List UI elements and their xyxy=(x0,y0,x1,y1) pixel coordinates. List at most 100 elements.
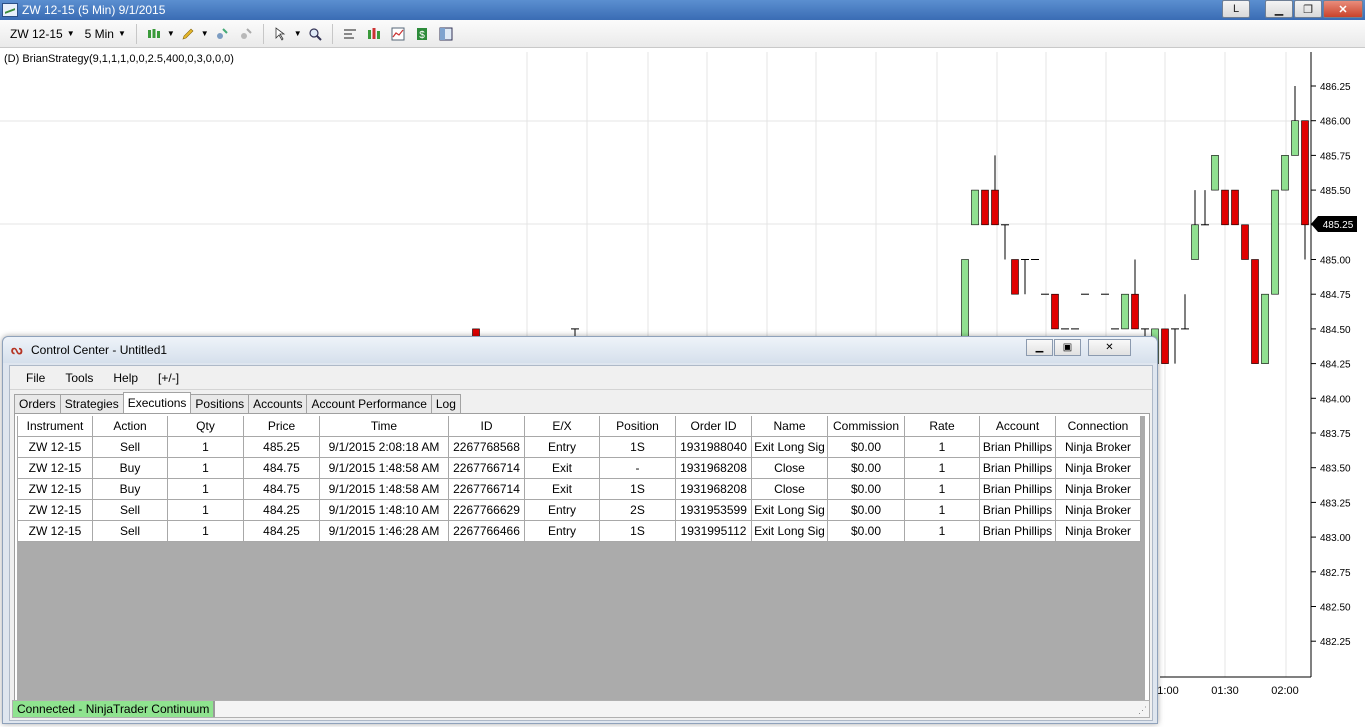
price-tick-label: 485.00 xyxy=(1320,256,1351,267)
table-cell: - xyxy=(599,456,676,479)
column-header[interactable]: Qty xyxy=(167,416,244,437)
table-row[interactable]: ZW 12-15 Buy 1 484.75 9/1/2015 1:48:58 AM 226… xyxy=(17,456,1141,479)
column-header[interactable]: Price xyxy=(243,416,320,437)
table-cell: Close xyxy=(751,456,828,479)
menu-expand[interactable]: [+/-] xyxy=(150,369,187,387)
window-titlebar: ZW 12-15 (5 Min) 9/1/2015 L ▁ ❐ ✕ xyxy=(0,0,1365,20)
column-header[interactable]: Name xyxy=(751,416,828,437)
time-axis: 1:00 01:30 02:00 xyxy=(1157,685,1298,697)
close-button[interactable]: ✕ xyxy=(1088,339,1131,356)
table-cell: 9/1/2015 1:48:58 AM xyxy=(319,456,449,479)
minimize-button[interactable]: ▁ xyxy=(1026,339,1053,356)
table-row[interactable]: ZW 12-15 Sell 1 485.25 9/1/2015 2:08:18 AM 22… xyxy=(17,435,1141,458)
column-header[interactable]: Instrument xyxy=(17,416,93,437)
chevron-down-icon[interactable]: ▼ xyxy=(294,29,302,38)
table-header-row: Instrument Action Qty Price Time ID E/X Positio… xyxy=(17,416,1141,437)
price-tick-label: 482.25 xyxy=(1320,637,1351,648)
candle xyxy=(1301,120,1309,260)
table-cell: Sell xyxy=(92,435,168,458)
table-cell: Exit Long Sig xyxy=(751,519,828,542)
price-tick-label: 486.25 xyxy=(1320,82,1351,93)
table-cell: 1 xyxy=(167,498,244,521)
table-cell: Exit Long Sig xyxy=(751,498,828,521)
table-cell: Exit Long Sig xyxy=(751,435,828,458)
column-header[interactable]: Rate xyxy=(904,416,980,437)
toolbar-divider xyxy=(331,23,333,44)
candle xyxy=(1251,259,1259,364)
bar-type-icon[interactable] xyxy=(143,24,165,44)
interval-selector[interactable]: 5 Min ▼ xyxy=(81,25,130,43)
tab-accounts[interactable]: Accounts xyxy=(248,394,308,413)
resize-grip-icon[interactable]: ⋰ xyxy=(1138,705,1147,716)
properties-icon[interactable] xyxy=(339,24,361,44)
column-header[interactable]: Position xyxy=(599,416,676,437)
table-cell: 1 xyxy=(904,477,980,500)
price-tick-label: 483.00 xyxy=(1320,533,1351,544)
candle-body xyxy=(1271,189,1279,295)
table-cell: 484.75 xyxy=(243,477,320,500)
close-button[interactable]: ✕ xyxy=(1323,0,1363,18)
table-cell: 1 xyxy=(167,519,244,542)
price-tick-label: 484.00 xyxy=(1320,394,1351,405)
column-header[interactable]: Order ID xyxy=(675,416,752,437)
strategy-icon[interactable] xyxy=(235,24,257,44)
column-header[interactable]: Connection xyxy=(1055,416,1141,437)
chart-app-icon xyxy=(2,3,18,17)
minimize-button[interactable]: ▁ xyxy=(1265,0,1293,18)
control-center-titlebar[interactable]: ᔓ Control Center - Untitled1 xyxy=(3,337,1157,363)
table-cell: 2267766629 xyxy=(448,498,525,521)
column-header[interactable]: Account xyxy=(979,416,1056,437)
column-header[interactable]: ID xyxy=(448,416,525,437)
menu-tools[interactable]: Tools xyxy=(57,369,101,387)
table-cell: 9/1/2015 1:46:28 AM xyxy=(319,519,449,542)
ninjatrader-logo-icon: ᔓ xyxy=(11,342,23,357)
menu-help[interactable]: Help xyxy=(105,369,146,387)
tab-executions[interactable]: Executions xyxy=(122,392,192,413)
tab-strategies[interactable]: Strategies xyxy=(59,394,124,413)
instrument-selector[interactable]: ZW 12-15 ▼ xyxy=(6,25,79,43)
tab-account-performance[interactable]: Account Performance xyxy=(306,394,432,413)
table-row[interactable]: ZW 12-15 Sell 1 484.25 9/1/2015 1:46:28 AM 22… xyxy=(17,519,1141,542)
link-button[interactable]: L xyxy=(1222,0,1250,18)
chevron-down-icon[interactable]: ▼ xyxy=(167,29,175,38)
maximize-button[interactable]: ❐ xyxy=(1294,0,1322,18)
zoom-icon[interactable] xyxy=(304,24,326,44)
table-row[interactable]: ZW 12-15 Buy 1 484.75 9/1/2015 1:48:58 AM 226… xyxy=(17,477,1141,500)
order-icon[interactable]: $ xyxy=(411,24,433,44)
menu-file[interactable]: File xyxy=(18,369,53,387)
tab-log[interactable]: Log xyxy=(430,394,461,413)
column-header[interactable]: Commission xyxy=(827,416,905,437)
table-cell: 1 xyxy=(167,435,244,458)
split-window-icon[interactable] xyxy=(435,24,457,44)
table-cell: 484.25 xyxy=(243,498,320,521)
drawing-pencil-icon[interactable] xyxy=(177,24,199,44)
strategy-label: (D) BrianStrategy(9,1,1,1,0,0,2.5,400,0,… xyxy=(4,53,234,65)
candle-body xyxy=(991,189,999,226)
column-header[interactable]: E/X xyxy=(524,416,600,437)
table-row[interactable]: ZW 12-15 Sell 1 484.25 9/1/2015 1:48:10 AM 22… xyxy=(17,498,1141,521)
table-cell: Close xyxy=(751,477,828,500)
time-tick-label: 01:30 xyxy=(1211,685,1239,697)
executions-grid[interactable]: Instrument Action Qty Price Time ID E/X Positio… xyxy=(17,416,1145,710)
tab-strip: Orders Strategies Executions Positions A… xyxy=(14,392,461,414)
column-header[interactable]: Action xyxy=(92,416,168,437)
data-box-icon[interactable] xyxy=(363,24,385,44)
price-tick-label: 484.25 xyxy=(1320,360,1351,371)
table-cell: Sell xyxy=(92,498,168,521)
tab-orders[interactable]: Orders xyxy=(14,394,61,413)
time-tick-label: 1:00 xyxy=(1157,685,1178,697)
table-cell: 1 xyxy=(904,456,980,479)
chart-trader-icon[interactable] xyxy=(387,24,409,44)
indicator-add-icon[interactable] xyxy=(211,24,233,44)
chevron-down-icon[interactable]: ▼ xyxy=(201,29,209,38)
tab-positions[interactable]: Positions xyxy=(190,394,250,413)
price-tick-label: 486.00 xyxy=(1320,117,1351,128)
price-tick-label: 483.75 xyxy=(1320,429,1351,440)
restore-button[interactable]: ▣ xyxy=(1054,339,1081,356)
control-center-title: Control Center - Untitled1 xyxy=(31,343,168,357)
column-header[interactable]: Time xyxy=(319,416,449,437)
table-cell: Brian Phillips xyxy=(979,477,1056,500)
pointer-icon[interactable] xyxy=(270,24,292,44)
table-cell: 1S xyxy=(599,519,676,542)
instrument-label: ZW 12-15 xyxy=(10,26,63,41)
